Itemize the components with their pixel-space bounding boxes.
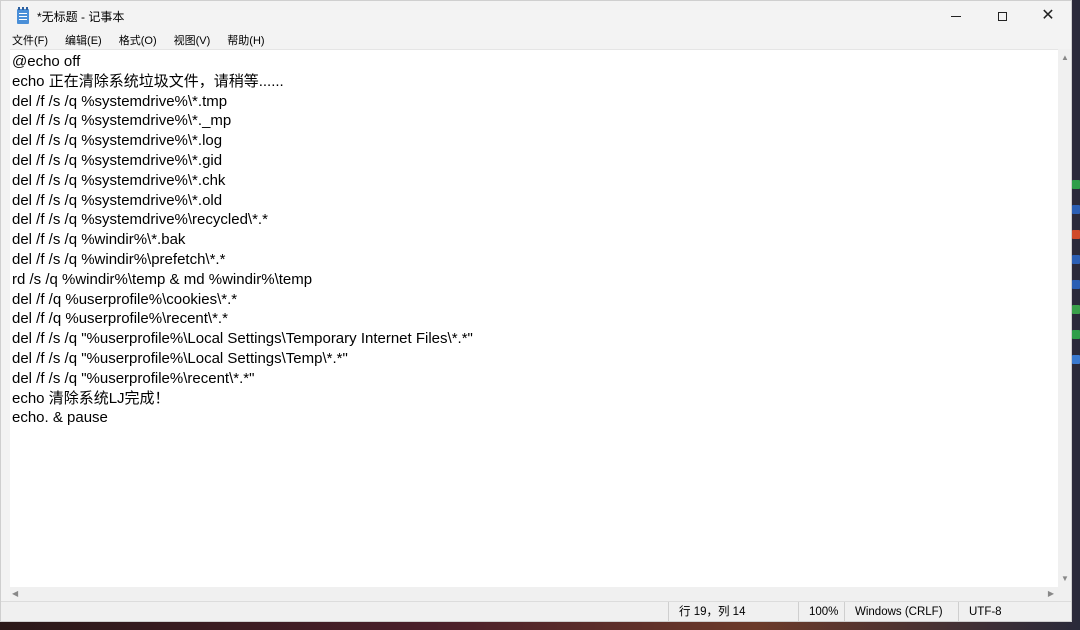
desktop-app-icon[interactable] (1072, 355, 1080, 364)
scrollbar-corner (1058, 587, 1071, 601)
menu-format[interactable]: 格式(O) (117, 32, 159, 48)
desktop-app-icon[interactable] (1072, 330, 1080, 339)
desktop-app-icon[interactable] (1072, 230, 1080, 239)
desktop-app-icon[interactable] (1072, 255, 1080, 264)
window-title: *无标题 - 记事本 (37, 9, 125, 24)
scroll-right-arrow-icon[interactable]: ▶ (1048, 589, 1054, 598)
encoding: UTF-8 (958, 602, 1071, 621)
cursor-position: 行 19，列 14 (668, 602, 798, 621)
maximize-icon (997, 11, 1007, 21)
editor-content[interactable]: @echo off echo 正在清除系统垃圾文件，请稍等...... del … (10, 50, 1058, 428)
minimize-icon (951, 15, 961, 17)
menu-bar: 文件(F) 编辑(E) 格式(O) 视图(V) 帮助(H) (1, 31, 1071, 49)
desktop-app-icon[interactable] (1072, 305, 1080, 314)
desktop-icons-strip (1072, 180, 1080, 380)
maximize-button[interactable] (979, 1, 1025, 31)
line-ending: Windows (CRLF) (844, 602, 958, 621)
close-icon: ✕ (1041, 7, 1055, 24)
vertical-scrollbar[interactable]: ▲ ▼ (1058, 49, 1071, 587)
desktop-app-icon[interactable] (1072, 205, 1080, 214)
text-editor[interactable]: @echo off echo 正在清除系统垃圾文件，请稍等...... del … (10, 49, 1058, 587)
window-controls: ✕ (933, 1, 1071, 31)
desktop-app-icon[interactable] (1072, 280, 1080, 289)
close-button[interactable]: ✕ (1025, 1, 1071, 31)
horizontal-scrollbar[interactable]: ◀ ▶ (10, 587, 1058, 601)
scroll-down-arrow-icon[interactable]: ▼ (1058, 574, 1071, 583)
menu-view[interactable]: 视图(V) (172, 32, 213, 48)
menu-help[interactable]: 帮助(H) (225, 32, 266, 48)
menu-file[interactable]: 文件(F) (10, 32, 50, 48)
title-bar[interactable]: *无标题 - 记事本 ✕ (1, 1, 1071, 31)
status-bar: 行 19，列 14 100% Windows (CRLF) UTF-8 (1, 601, 1071, 621)
menu-edit[interactable]: 编辑(E) (63, 32, 104, 48)
scroll-up-arrow-icon[interactable]: ▲ (1058, 53, 1071, 62)
minimize-button[interactable] (933, 1, 979, 31)
zoom-level: 100% (798, 602, 844, 621)
notepad-icon (17, 6, 29, 24)
desktop-app-icon[interactable] (1072, 180, 1080, 189)
notepad-window: *无标题 - 记事本 ✕ 文件(F) 编辑(E) 格式(O) 视图(V) 帮助(… (0, 0, 1072, 622)
scroll-left-arrow-icon[interactable]: ◀ (12, 589, 18, 598)
